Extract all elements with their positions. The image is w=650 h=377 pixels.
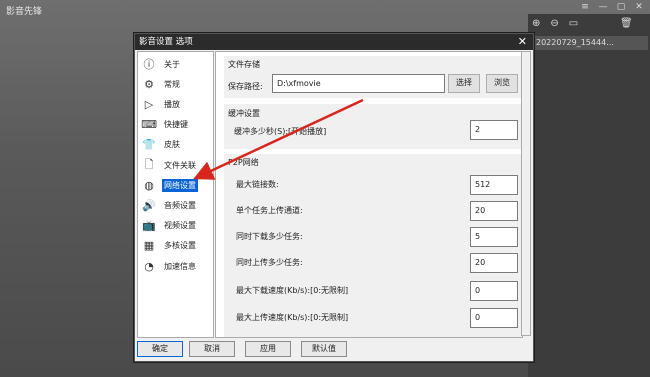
content-scrollbar[interactable] <box>521 51 531 336</box>
speedometer-icon: ◔ <box>144 259 154 273</box>
settings-dialog: 影音设置 选项 ✕ ⓘ 关于 ⚙ 常规 ▷ 播放 ⌨ 快捷键 👕 皮肤 🗋 文件关联 ◍ 网络设置 🔊 音频设… <box>134 33 534 362</box>
maximize-icon[interactable]: ▢ <box>616 2 626 12</box>
cpu-icon: ▦ <box>143 239 155 253</box>
nav-item-label: 多核设置 <box>164 241 196 251</box>
dialog-titlebar: 影音设置 选项 ✕ <box>135 34 533 50</box>
dialog-title: 影音设置 选项 <box>139 37 193 47</box>
nav-item[interactable]: 📺 视频设置 <box>138 217 213 235</box>
nav-item-label: 音频设置 <box>164 200 196 210</box>
tv-icon: 📺 <box>142 219 156 233</box>
nav-item[interactable]: ⚙ 常规 <box>138 75 213 93</box>
nav-item[interactable]: ◍ 网络设置 <box>138 176 213 194</box>
remove-icon[interactable]: ⊖ <box>550 18 558 29</box>
nav-item-label: 视频设置 <box>164 221 196 231</box>
p2p-heading: P2P网络 <box>228 158 259 167</box>
nav-item-label: 网络设置 <box>162 178 198 192</box>
add-icon[interactable]: ⊕ <box>532 18 540 29</box>
p2p-group: P2P网络 最大链接数: 512 单个任务上传通道: 20 同时下载多少任务: 5 同时上传… <box>224 154 522 337</box>
nav-item[interactable]: ◔ 加速信息 <box>138 257 213 275</box>
file-storage-heading: 文件存储 <box>228 60 260 69</box>
p2p-row-field[interactable]: 5 <box>470 227 518 247</box>
p2p-row-field[interactable]: 512 <box>470 175 518 195</box>
info-icon: ⓘ <box>143 58 155 71</box>
settings-content: 文件存储 保存路径: D:\xfmovie 选择 浏览 缓冲设置 缓冲多少秒(S… <box>215 51 523 338</box>
p2p-row-label: 最大链接数: <box>236 180 279 189</box>
nav-item-label: 关于 <box>164 59 180 69</box>
save-path-field[interactable]: D:\xfmovie <box>272 74 445 93</box>
dialog-close-icon[interactable]: ✕ <box>518 34 527 50</box>
settings-nav: ⓘ 关于 ⚙ 常规 ▷ 播放 ⌨ 快捷键 👕 皮肤 🗋 文件关联 ◍ 网络设置 🔊 音频设置 📺 视频设置 ▦ 多核设… <box>137 51 214 338</box>
p2p-row-label: 最大上传速度(Kb/s):[0:无限制] <box>236 313 349 322</box>
apply-button[interactable]: 应用 <box>245 341 291 357</box>
p2p-row-field[interactable]: 20 <box>470 201 518 221</box>
nav-item-label: 常规 <box>164 79 180 89</box>
buffer-label: 缓冲多少秒(S):[开始播放] <box>234 127 327 136</box>
playlist-panel: ⊕ ⊖ ▭ 🗑 20220729_15444... <box>528 14 650 377</box>
buffer-seconds-field[interactable]: 2 <box>470 120 518 140</box>
p2p-row-label: 单个任务上传通道: <box>236 206 303 215</box>
nav-item[interactable]: 🔊 音频设置 <box>138 196 213 214</box>
network-icon: ◍ <box>144 178 154 192</box>
list-icon[interactable]: ▭ <box>569 18 578 29</box>
minimize-icon[interactable]: — <box>598 2 608 12</box>
nav-item-label: 文件关联 <box>164 160 196 170</box>
nav-item-label: 加速信息 <box>164 261 196 271</box>
p2p-row-field[interactable]: 20 <box>470 253 518 273</box>
buffer-heading: 缓冲设置 <box>228 109 260 118</box>
playlist-toolbar: ⊕ ⊖ ▭ 🗑 <box>532 18 633 29</box>
default-button[interactable]: 默认值 <box>301 341 347 357</box>
ok-button[interactable]: 确定 <box>137 341 183 357</box>
file-icon: 🗋 <box>144 157 154 171</box>
nav-item[interactable]: ⓘ 关于 <box>138 55 213 73</box>
p2p-row-field[interactable]: 0 <box>470 281 518 301</box>
p2p-row-label: 同时下载多少任务: <box>236 232 303 241</box>
nav-item-label: 播放 <box>164 99 180 109</box>
p2p-row-field[interactable]: 0 <box>470 308 518 328</box>
gear-icon: ⚙ <box>144 77 154 91</box>
p2p-row-label: 同时上传多少任务: <box>236 258 303 267</box>
p2p-row-label: 最大下载速度(Kb/s):[0:无限制] <box>236 286 349 295</box>
select-button[interactable]: 选择 <box>448 74 480 93</box>
nav-item[interactable]: ▦ 多核设置 <box>138 237 213 255</box>
window-controls: ≡ — ▢ ✕ <box>580 2 644 12</box>
close-icon[interactable]: ✕ <box>634 2 644 12</box>
cancel-button[interactable]: 取消 <box>189 341 235 357</box>
menu-icon[interactable]: ≡ <box>580 2 590 12</box>
play-icon: ▷ <box>144 97 154 111</box>
nav-item-label: 皮肤 <box>164 140 180 150</box>
playlist-item[interactable]: 20220729_15444... <box>532 36 648 50</box>
nav-item-label: 快捷键 <box>164 120 188 130</box>
nav-item[interactable]: 👕 皮肤 <box>138 136 213 154</box>
audio-icon: 🔊 <box>142 198 156 212</box>
save-path-label: 保存路径: <box>228 82 263 91</box>
file-storage-group: 文件存储 保存路径: D:\xfmovie 选择 浏览 <box>224 56 522 98</box>
nav-item[interactable]: 🗋 文件关联 <box>138 156 213 174</box>
app-title: 影音先锋 <box>6 7 43 17</box>
trash-icon[interactable]: 🗑 <box>620 18 633 29</box>
keyboard-icon: ⌨ <box>141 118 157 132</box>
browse-button[interactable]: 浏览 <box>486 74 518 93</box>
shirt-icon: 👕 <box>142 138 156 152</box>
nav-item[interactable]: ▷ 播放 <box>138 95 213 113</box>
nav-item[interactable]: ⌨ 快捷键 <box>138 116 213 134</box>
buffer-group: 缓冲设置 缓冲多少秒(S):[开始播放] 2 <box>224 104 522 149</box>
